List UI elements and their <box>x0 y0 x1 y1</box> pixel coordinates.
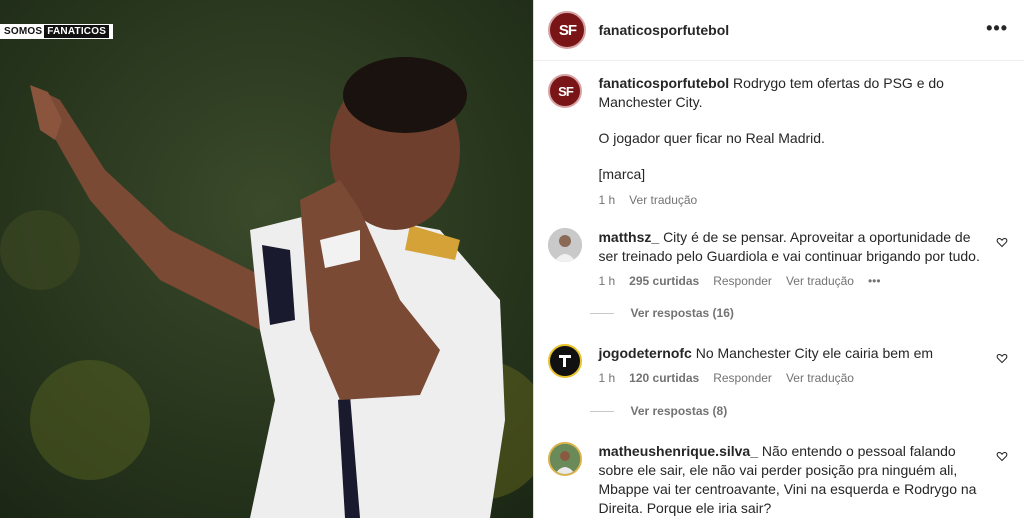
post-viewer: SOMOS FANATICOS SF fanaticosporfutebol ••… <box>0 0 1024 518</box>
heart-icon[interactable] <box>996 450 1008 462</box>
comment-meta: 1 h 120 curtidas Responder Ver tradução <box>598 369 982 388</box>
translate-link[interactable]: Ver tradução <box>786 369 854 388</box>
person-photo-icon <box>548 228 583 262</box>
more-options-icon[interactable]: ••• <box>986 18 1008 39</box>
comment-username[interactable]: matthsz_ <box>598 229 659 245</box>
comment-avatar[interactable] <box>548 442 583 476</box>
view-replies-label: Ver respostas (16) <box>630 306 734 320</box>
comment-body: matthsz_ City é de se pensar. Aproveitar… <box>598 228 982 291</box>
post-photo[interactable]: SOMOS FANATICOS <box>0 0 534 518</box>
caption-avatar[interactable]: SF <box>548 74 583 108</box>
watermark-badge: SOMOS FANATICOS <box>0 24 114 39</box>
brand-logo-icon <box>559 355 572 367</box>
caption-meta: 1 h Ver tradução <box>598 191 982 210</box>
comment-time: 1 h <box>598 274 616 288</box>
comment-likes[interactable]: 120 curtidas <box>629 369 699 388</box>
comment-username[interactable]: matheushenrique.silva_ <box>598 443 758 459</box>
caption-line-2: O jogador quer ficar no Real Madrid. <box>598 130 825 146</box>
comment-text: No Manchester City ele cairia bem em <box>695 345 934 361</box>
comment-meta: 1 h 295 curtidas Responder Ver tradução … <box>598 272 982 291</box>
watermark-text-inverted: FANATICOS <box>44 25 110 38</box>
view-replies-label: Ver respostas (8) <box>630 404 728 418</box>
heart-icon[interactable] <box>996 236 1008 248</box>
caption-body: fanaticosporfutebol Rodrygo tem ofertas … <box>598 74 982 210</box>
watermark-text: SOMOS <box>4 26 43 37</box>
heart-icon[interactable] <box>996 352 1008 364</box>
reply-button[interactable]: Responder <box>713 369 772 388</box>
replies-divider <box>590 312 615 314</box>
replies-divider <box>590 410 615 412</box>
comment-username[interactable]: jogodeternofc <box>598 345 691 361</box>
translate-link[interactable]: Ver tradução <box>786 272 854 291</box>
view-replies-button[interactable]: Ver respostas (16) <box>590 306 734 320</box>
comment-time: 1 h <box>598 371 616 385</box>
logo-text: SF <box>558 21 577 39</box>
post-header: SF fanaticosporfutebol ••• <box>534 0 1024 61</box>
comment-more-icon[interactable]: ••• <box>868 272 881 291</box>
header-username[interactable]: fanaticosporfutebol <box>598 22 729 38</box>
comment-body: jogodeternofc No Manchester City ele cai… <box>598 344 982 388</box>
comments-panel: SF fanaticosporfutebol ••• SF fanaticosp… <box>533 0 1024 518</box>
comment-avatar[interactable] <box>548 344 583 378</box>
caption-line-3: [marca] <box>598 166 646 182</box>
caption-username[interactable]: fanaticosporfutebol <box>598 75 729 91</box>
comment-body: matheushenrique.silva_ Não entendo o pes… <box>598 442 982 518</box>
reply-button[interactable]: Responder <box>713 272 772 291</box>
person-photo-icon <box>550 444 581 474</box>
caption-time: 1 h <box>598 193 616 207</box>
comment-likes[interactable]: 295 curtidas <box>629 272 699 291</box>
profile-avatar[interactable]: SF <box>548 11 587 49</box>
view-replies-button[interactable]: Ver respostas (8) <box>590 404 727 418</box>
caption-logo-text: SF <box>558 83 574 99</box>
comment-avatar[interactable] <box>548 228 583 262</box>
player-illustration <box>0 0 534 518</box>
caption-translate-link[interactable]: Ver tradução <box>629 191 697 210</box>
